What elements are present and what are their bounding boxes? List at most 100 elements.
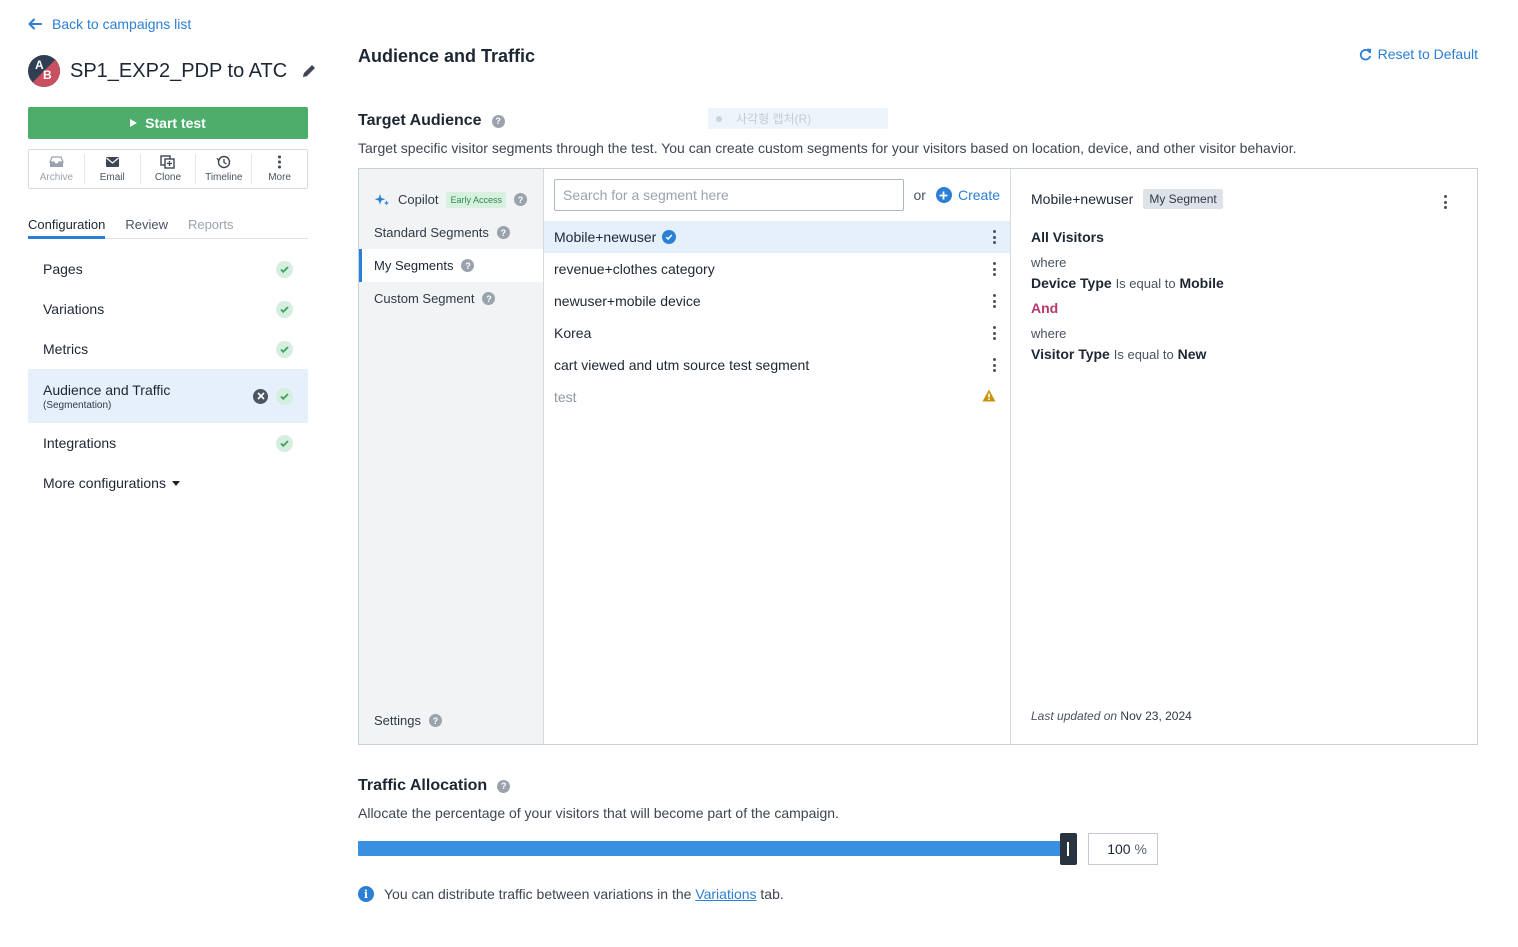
refresh-icon xyxy=(1359,48,1371,60)
target-audience-heading: Target Audience ? xyxy=(358,112,505,130)
arrow-left-icon xyxy=(28,18,42,30)
segment-name: test xyxy=(554,389,577,405)
nav-item-label: More configurations xyxy=(43,475,166,491)
back-link-label: Back to campaigns list xyxy=(52,16,192,32)
segment-nav-standard[interactable]: Standard Segments ? xyxy=(359,216,543,249)
clone-icon xyxy=(160,155,176,169)
configuration-nav: Pages Variations Metrics Audience and Tr… xyxy=(28,249,308,503)
check-circle-icon xyxy=(276,434,293,452)
and-operator: And xyxy=(1031,300,1059,316)
nav-item-integrations[interactable]: Integrations xyxy=(28,423,308,463)
segment-search-input[interactable] xyxy=(554,179,904,211)
timeline-icon xyxy=(216,155,231,169)
tab-reports[interactable]: Reports xyxy=(188,214,234,238)
reset-to-default-button[interactable]: Reset to Default xyxy=(1359,46,1478,62)
help-icon[interactable]: ? xyxy=(514,193,527,206)
caret-down-icon xyxy=(171,480,180,486)
condition-row: Device Type Is equal to Mobile xyxy=(1031,275,1224,291)
create-segment-button[interactable]: Create xyxy=(935,187,1000,203)
segment-row[interactable]: Korea xyxy=(544,317,1010,349)
kebab-menu-icon[interactable] xyxy=(992,326,996,340)
screen-capture-overlay: 사각형 캡처(R) xyxy=(708,108,888,129)
where-label: where xyxy=(1031,255,1067,270)
variations-info-note: i You can distribute traffic between var… xyxy=(358,886,784,902)
segment-row[interactable]: test xyxy=(544,381,1010,413)
archive-button[interactable]: Archive xyxy=(29,154,85,184)
plus-circle-icon xyxy=(935,187,952,203)
segment-name: newuser+mobile device xyxy=(554,293,701,309)
variations-tab-link[interactable]: Variations xyxy=(695,886,756,902)
help-icon[interactable]: ? xyxy=(497,779,511,793)
nav-item-label: Audience and Traffic xyxy=(43,381,171,398)
percent-unit: % xyxy=(1134,841,1147,857)
nav-item-pages[interactable]: Pages xyxy=(28,249,308,289)
segment-nav-copilot[interactable]: Copilot Early Access ? xyxy=(359,183,543,216)
traffic-slider-track[interactable] xyxy=(358,841,1068,856)
help-icon[interactable]: ? xyxy=(491,114,505,128)
segment-row[interactable]: revenue+clothes category xyxy=(544,253,1010,285)
nav-item-audience-and-traffic[interactable]: Audience and Traffic (Segmentation) xyxy=(28,369,308,423)
help-icon[interactable]: ? xyxy=(461,259,475,272)
help-icon[interactable]: ? xyxy=(482,292,496,305)
traffic-allocation-description: Allocate the percentage of your visitors… xyxy=(358,805,839,821)
segment-nav-settings[interactable]: Settings ? xyxy=(374,713,442,728)
pencil-icon[interactable] xyxy=(301,63,317,79)
segment-name: revenue+clothes category xyxy=(554,261,715,277)
check-circle-icon xyxy=(276,387,293,405)
segment-nav-my-segments[interactable]: My Segments ? xyxy=(359,249,543,282)
nav-item-variations[interactable]: Variations xyxy=(28,289,308,329)
check-circle-icon xyxy=(276,300,293,318)
segment-panel: Copilot Early Access ? Standard Segments… xyxy=(358,168,1478,745)
condition-row: Visitor Type Is equal to New xyxy=(1031,346,1207,362)
start-test-button[interactable]: Start test xyxy=(28,107,308,139)
page-title: Audience and Traffic xyxy=(358,46,536,66)
back-to-campaigns-link[interactable]: Back to campaigns list xyxy=(28,16,191,32)
segment-name: cart viewed and utm source test segment xyxy=(554,357,810,373)
segment-name: Korea xyxy=(554,325,592,341)
play-icon xyxy=(130,119,138,127)
timeline-button[interactable]: Timeline xyxy=(196,154,253,184)
campaign-tabs: Configuration Review Reports xyxy=(28,214,308,239)
kebab-menu-icon[interactable] xyxy=(1443,195,1447,209)
more-button[interactable]: More xyxy=(252,154,307,184)
tab-configuration[interactable]: Configuration xyxy=(28,214,106,239)
my-segment-tag: My Segment xyxy=(1143,189,1223,209)
segment-nav-custom[interactable]: Custom Segment ? xyxy=(359,282,543,315)
tab-review[interactable]: Review xyxy=(125,214,168,238)
where-label: where xyxy=(1031,326,1067,341)
last-updated: Last updated on Nov 23, 2024 xyxy=(1031,709,1192,723)
segment-row[interactable]: newuser+mobile device xyxy=(544,285,1010,317)
info-icon: i xyxy=(358,886,374,902)
nav-item-label: Variations xyxy=(43,301,105,317)
email-icon xyxy=(105,157,119,167)
sparkle-icon xyxy=(374,193,389,205)
traffic-percent-input[interactable] xyxy=(1100,841,1131,857)
email-button[interactable]: Email xyxy=(85,154,141,184)
segment-name: Mobile+newuser xyxy=(554,229,657,245)
kebab-menu-icon[interactable] xyxy=(992,358,996,372)
nav-item-sublabel: (Segmentation) xyxy=(43,399,112,411)
nav-item-more-configurations[interactable]: More configurations xyxy=(28,463,308,503)
ab-test-avatar: A B xyxy=(28,55,60,87)
segment-list: or Create Mobile+newuser revenue+clothes… xyxy=(544,169,1011,744)
campaign-title: SP1_EXP2_PDP to ATC xyxy=(70,59,288,82)
segment-row[interactable]: cart viewed and utm source test segment xyxy=(544,349,1010,381)
warning-icon xyxy=(982,389,996,405)
or-text: or xyxy=(913,187,926,203)
segment-source-nav: Copilot Early Access ? Standard Segments… xyxy=(359,169,544,744)
segment-detail-name: Mobile+newuser xyxy=(1031,191,1134,207)
help-icon[interactable]: ? xyxy=(496,226,510,239)
help-icon[interactable]: ? xyxy=(428,714,442,727)
clone-button[interactable]: Clone xyxy=(141,154,197,184)
nav-item-label: Integrations xyxy=(43,435,117,451)
early-access-badge: Early Access xyxy=(446,191,506,208)
kebab-menu-icon[interactable] xyxy=(992,294,996,308)
campaign-actions-bar: Archive Email Clone Timeline More xyxy=(28,149,308,189)
clear-icon[interactable] xyxy=(253,388,268,404)
traffic-slider-handle[interactable] xyxy=(1060,833,1077,865)
segment-row[interactable]: Mobile+newuser xyxy=(544,221,1010,253)
nav-item-metrics[interactable]: Metrics xyxy=(28,329,308,369)
kebab-menu-icon[interactable] xyxy=(992,230,996,244)
verified-check-icon xyxy=(662,230,677,244)
kebab-menu-icon[interactable] xyxy=(992,262,996,276)
